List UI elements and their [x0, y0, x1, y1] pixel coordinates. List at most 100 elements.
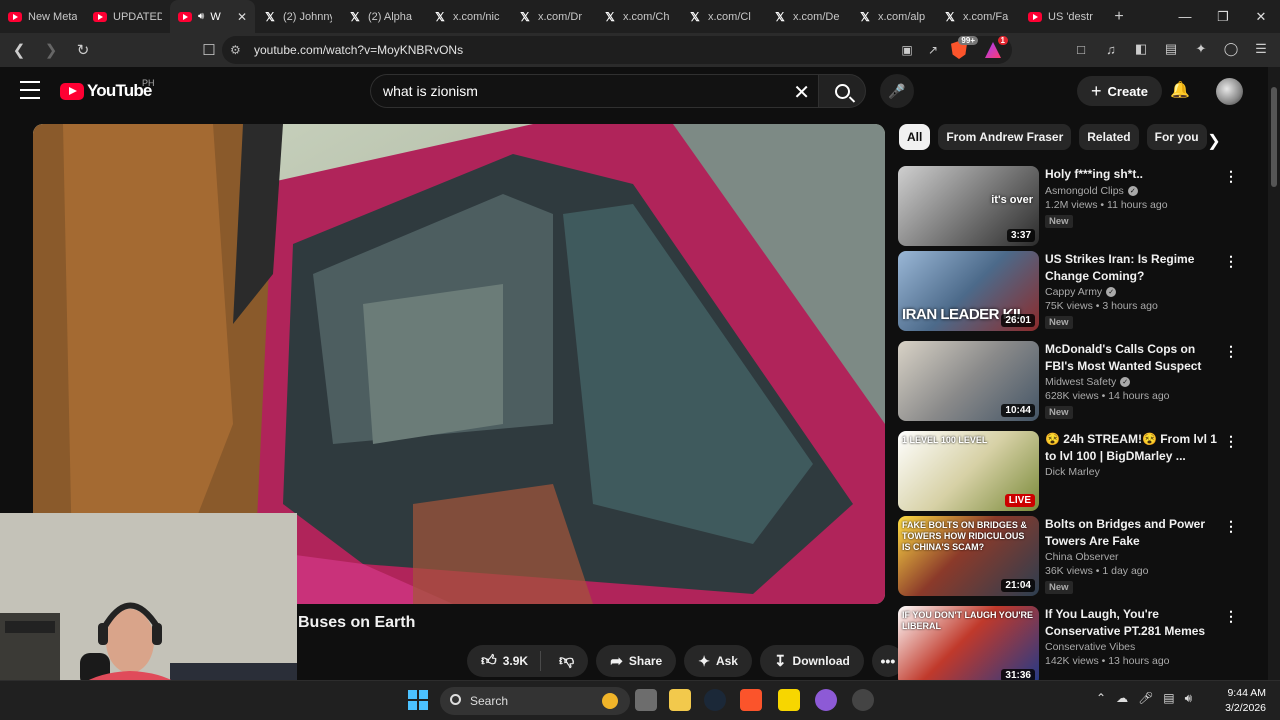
- guide-menu-icon[interactable]: [20, 81, 40, 99]
- obs-icon[interactable]: [852, 689, 874, 711]
- video-title-link[interactable]: Holy f***ing sh*t..: [1045, 166, 1220, 183]
- video-title-link[interactable]: If You Laugh, You're Conservative PT.281…: [1045, 606, 1220, 639]
- browser-tab[interactable]: 𝕏x.com/De: [765, 0, 850, 33]
- video-thumbnail[interactable]: 1 LEVEL 100 LEVEL LIVE: [898, 431, 1039, 511]
- browser-tab[interactable]: US 'destr: [1020, 0, 1105, 33]
- browser-tab[interactable]: UPDATED: [85, 0, 170, 33]
- browser-tab[interactable]: 🔊︎ W ✕: [170, 0, 255, 33]
- video-thumbnail[interactable]: IF YOU DON'T LAUGH YOU'RE LIBERAL 31:36: [898, 606, 1039, 686]
- browser-tab[interactable]: 𝕏x.com/Dr: [510, 0, 595, 33]
- voice-search-icon[interactable]: 🎤: [880, 74, 914, 108]
- windows-start-icon[interactable]: [408, 690, 428, 710]
- browser-tab[interactable]: New Meta: [0, 0, 85, 33]
- filter-chip[interactable]: For you: [1146, 124, 1207, 150]
- clear-search-icon[interactable]: ✕: [793, 80, 810, 105]
- filter-chip[interactable]: Related: [1079, 124, 1139, 150]
- task-view-icon[interactable]: [635, 689, 657, 711]
- steam-icon[interactable]: [704, 689, 726, 711]
- brave-shields-icon[interactable]: 99+: [950, 36, 978, 59]
- avatar[interactable]: [1216, 78, 1243, 105]
- more-options-icon[interactable]: ⋮: [1224, 518, 1238, 535]
- video-thumbnail[interactable]: FAKE BOLTS ON BRIDGES & TOWERS HOW RIDIC…: [898, 516, 1039, 596]
- more-options-icon[interactable]: ⋮: [1224, 608, 1238, 625]
- browser-tab[interactable]: 𝕏 (2) Johnny: [255, 0, 340, 33]
- media-icon[interactable]: ♫: [1102, 39, 1120, 59]
- channel-name[interactable]: China Observer: [1045, 551, 1220, 563]
- video-title-link[interactable]: US Strikes Iran: Is Regime Change Coming…: [1045, 251, 1220, 284]
- address-bar[interactable]: ⚙ youtube.com/watch?v=MoyKNBRvONs ▣ ↗ 99…: [222, 36, 1012, 64]
- more-options-icon[interactable]: ⋮: [1224, 253, 1238, 270]
- recommended-video[interactable]: 10:44 McDonald's Calls Cops on FBI's Most…: [898, 341, 1268, 421]
- browser-tab[interactable]: 𝕏x.com/alp: [850, 0, 935, 33]
- filter-chip[interactable]: From Andrew Fraser: [938, 124, 1072, 150]
- sidebar-icon[interactable]: ◧: [1132, 39, 1150, 59]
- browser-tab[interactable]: 𝕏x.com/nic: [425, 0, 510, 33]
- filter-chip[interactable]: All: [899, 124, 931, 150]
- page-scrollbar[interactable]: [1268, 67, 1280, 680]
- vpn-icon[interactable]: ◯: [1222, 39, 1240, 59]
- volume-icon[interactable]: 🔊︎: [1185, 691, 1193, 706]
- network-icon[interactable]: ▤: [1163, 691, 1174, 706]
- more-options-icon[interactable]: ⋮: [1224, 433, 1238, 450]
- recommended-video[interactable]: IRAN LEADER KIL 26:01 US Strikes Iran: Is …: [898, 251, 1268, 331]
- search-button[interactable]: [818, 74, 866, 108]
- browser-tab[interactable]: 𝕏x.com/Cl: [680, 0, 765, 33]
- recommended-video[interactable]: FAKE BOLTS ON BRIDGES & TOWERS HOW RIDIC…: [898, 516, 1268, 596]
- channel-name[interactable]: Cappy Army ✓: [1045, 286, 1220, 298]
- video-title-link[interactable]: Bolts on Bridges and Power Towers Are Fa…: [1045, 516, 1220, 549]
- minimize-icon[interactable]: —: [1166, 0, 1204, 33]
- create-button[interactable]: + Create: [1077, 76, 1162, 106]
- taskbar-search[interactable]: Search: [440, 687, 630, 715]
- cast-icon[interactable]: ▣: [898, 41, 916, 59]
- close-tab-icon[interactable]: ✕: [237, 10, 247, 24]
- browser-tab[interactable]: 𝕏x.com/Fa: [935, 0, 1020, 33]
- close-window-icon[interactable]: ✕: [1242, 0, 1280, 33]
- reload-icon[interactable]: ↻: [70, 37, 96, 63]
- new-tab-icon[interactable]: +: [1105, 3, 1133, 31]
- taskbar-clock[interactable]: 9:44 AM 3/2/2026: [1222, 686, 1266, 716]
- screenshot-icon[interactable]: □: [1072, 39, 1090, 59]
- scrollbar-thumb[interactable]: [1271, 87, 1277, 187]
- channel-name[interactable]: Dick Marley: [1045, 466, 1220, 478]
- brave-browser-icon[interactable]: [740, 689, 762, 711]
- channel-name[interactable]: Asmongold Clips ✓: [1045, 185, 1220, 197]
- bookmark-icon[interactable]: ☐: [196, 37, 222, 63]
- chat-app-icon[interactable]: [815, 689, 837, 711]
- cloud-icon[interactable]: ☁: [1116, 691, 1128, 706]
- video-title-link[interactable]: 😵 24h STREAM!😵 From lvl 1 to lvl 100 | B…: [1045, 431, 1220, 464]
- chevron-right-icon[interactable]: ❯: [1202, 129, 1226, 153]
- speaker-icon[interactable]: 🔊︎: [198, 11, 204, 22]
- microphone-icon[interactable]: 🎤︎: [1138, 691, 1153, 706]
- maximize-icon[interactable]: ❐: [1204, 0, 1242, 33]
- back-icon[interactable]: ❮: [6, 37, 32, 63]
- like-button[interactable]: 👍︎ 3.9K: [467, 651, 542, 671]
- ask-button[interactable]: ✦ Ask: [684, 645, 752, 677]
- youtube-logo[interactable]: YouTube: [60, 81, 152, 101]
- channel-name[interactable]: Midwest Safety ✓: [1045, 376, 1220, 388]
- site-settings-icon[interactable]: ⚙: [230, 43, 241, 57]
- channel-name[interactable]: Conservative Vibes: [1045, 641, 1220, 653]
- recommended-video[interactable]: it's over 3:37 Holy f***ing sh*t.. Asmongol…: [898, 166, 1268, 246]
- brave-rewards-icon[interactable]: 1: [984, 36, 1008, 59]
- wallet-icon[interactable]: ▤: [1162, 39, 1180, 59]
- more-options-icon[interactable]: ⋮: [1224, 168, 1238, 185]
- forward-icon[interactable]: ❯: [38, 37, 64, 63]
- recommended-video[interactable]: IF YOU DON'T LAUGH YOU'RE LIBERAL 31:36 If…: [898, 606, 1268, 686]
- dislike-button[interactable]: 👎︎: [547, 652, 588, 670]
- search-input[interactable]: what is zionism ✕: [370, 74, 818, 108]
- browser-tab[interactable]: 𝕏 (2) Alpha: [340, 0, 425, 33]
- download-button[interactable]: ↧ Download: [759, 645, 864, 677]
- share-page-icon[interactable]: ↗: [924, 41, 942, 59]
- recommended-video[interactable]: 1 LEVEL 100 LEVEL LIVE 😵 24h STREAM!😵 From…: [898, 431, 1268, 511]
- more-options-icon[interactable]: ⋮: [1224, 343, 1238, 360]
- chevron-up-icon[interactable]: ⌃: [1096, 691, 1106, 706]
- video-thumbnail[interactable]: 10:44: [898, 341, 1039, 421]
- video-thumbnail[interactable]: IRAN LEADER KIL 26:01: [898, 251, 1039, 331]
- browser-tab[interactable]: 𝕏x.com/Ch: [595, 0, 680, 33]
- video-title-link[interactable]: McDonald's Calls Cops on FBI's Most Want…: [1045, 341, 1220, 374]
- share-button[interactable]: ➦ Share: [596, 645, 677, 677]
- leo-ai-icon[interactable]: ✦: [1192, 39, 1210, 59]
- file-explorer-icon[interactable]: [669, 689, 691, 711]
- video-thumbnail[interactable]: it's over 3:37: [898, 166, 1039, 246]
- sticky-notes-icon[interactable]: [778, 689, 800, 711]
